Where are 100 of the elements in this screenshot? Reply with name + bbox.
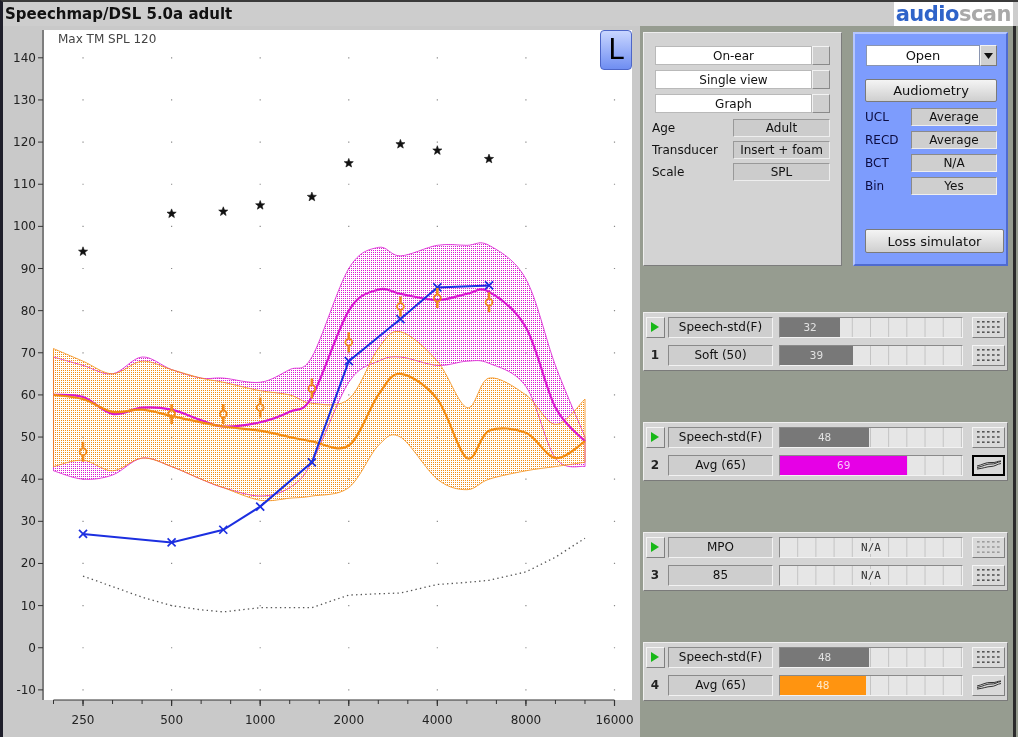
axis-tick-label: 90 [20,261,36,276]
level-reading: 39 [809,348,823,362]
target-marker [219,402,228,426]
cross-marker [307,457,317,468]
max-level-note: Max TM SPL 120 [58,32,157,46]
field-value[interactable]: Insert + foam [733,141,830,159]
axis-tick-label: 100 [13,219,36,234]
play-button[interactable] [645,646,665,668]
dot-grid-icon [977,321,1000,333]
play-button[interactable] [645,426,665,448]
target-marker [484,290,494,314]
axis-tick-label: 50 [20,430,36,445]
axis-tick-label: 1000 [244,713,276,727]
field-value[interactable]: Average [911,131,997,149]
selector-field[interactable]: Graph [655,94,812,113]
point [344,337,354,347]
play-icon [651,432,659,442]
target-marker [255,396,265,419]
level-reading: 48 [816,678,830,692]
point [484,297,494,307]
level-reading: 48 [817,650,832,664]
axis-tick-label: 10 [20,598,36,613]
cross-marker [166,537,177,548]
target-marker [344,330,354,354]
star-marker [395,139,406,149]
field-value[interactable]: N/A [911,154,997,172]
field-label: Transducer [652,143,719,157]
dropdown-button[interactable] [980,45,997,66]
test-label-field[interactable]: Avg (65) [668,674,773,696]
play-button[interactable] [645,536,665,558]
field-value[interactable]: Yes [911,177,997,195]
field-label: Age [652,121,677,135]
graph-button[interactable] [972,454,1005,476]
window-title: Speechmap/DSL 5.0a adult [5,5,233,23]
dropdown-field[interactable]: Open [866,45,980,66]
curves-icon [976,460,1001,470]
point [255,403,265,412]
star-marker [78,246,88,256]
test-number: 3 [650,568,660,582]
level-reading: 32 [803,320,817,334]
selector-field[interactable]: On-ear [655,46,812,65]
field-value[interactable]: Average [911,108,997,126]
field-value[interactable]: Adult [733,119,830,137]
selector-button[interactable] [812,46,830,65]
audiometry-button[interactable]: Audiometry [865,79,997,102]
axis-tick-label: 40 [20,472,36,487]
selector-button[interactable] [812,94,830,113]
axis-tick-label: 4000 [422,713,453,727]
star-marker [218,206,229,216]
dot-grid-icon [977,431,1000,443]
field-label: UCL [865,110,890,124]
cross-marker [484,280,494,291]
point [218,409,228,419]
target-marker [78,440,88,464]
test-number: 2 [650,458,660,472]
star-marker [255,200,265,210]
axis-tick-label: 250 [71,713,95,727]
test-label-field[interactable]: Speech-std(F) [668,646,773,668]
cross-marker [78,529,88,539]
cross-marker [395,314,406,324]
star-marker [307,191,317,202]
play-icon [651,652,659,662]
axis-tick-label: 2000 [333,713,365,727]
axis-tick-label: 70 [20,345,36,360]
caret-down-icon [984,52,993,59]
dot-grid-icon [977,569,1000,581]
test-number: 4 [650,678,660,692]
target-marker [396,295,405,318]
test-number: 1 [650,348,660,362]
test-label-field[interactable]: Speech-std(F) [668,316,773,338]
axis-tick-label: 110 [13,177,36,192]
test-label-field[interactable]: MPO [668,536,773,558]
field-value[interactable]: SPL [733,163,830,181]
dot-grid-icon [977,541,1000,553]
axis-tick-label: 30 [20,514,36,529]
logo: audioscan [893,2,1013,26]
selector-button[interactable] [812,70,830,89]
test-label-field[interactable]: Avg (65) [668,454,773,476]
axis-tick-label: 140 [13,50,36,65]
dot-grid-icon [977,651,1000,663]
point [396,302,405,311]
axis-tick-label: 130 [13,92,36,107]
target-marker [167,402,176,426]
play-button[interactable] [645,316,665,338]
ear-button[interactable]: L [600,30,632,70]
level-reading: 69 [837,458,851,472]
level-reading: 48 [817,430,832,444]
test-label-field[interactable]: Soft (50) [668,344,773,366]
point [433,293,442,303]
axis-tick-label: 8000 [510,713,542,727]
loss-simulator-button[interactable]: Loss simulator [865,229,1004,253]
test-label-field[interactable]: 85 [668,564,773,586]
star-marker [432,145,443,155]
field-label: BCT [865,156,890,170]
axis-tick-label: 20 [20,556,36,571]
test-label-field[interactable]: Speech-std(F) [668,426,773,448]
cross-marker [432,282,443,293]
target-marker [307,377,317,400]
selector-field[interactable]: Single view [655,70,812,89]
point [307,384,317,393]
